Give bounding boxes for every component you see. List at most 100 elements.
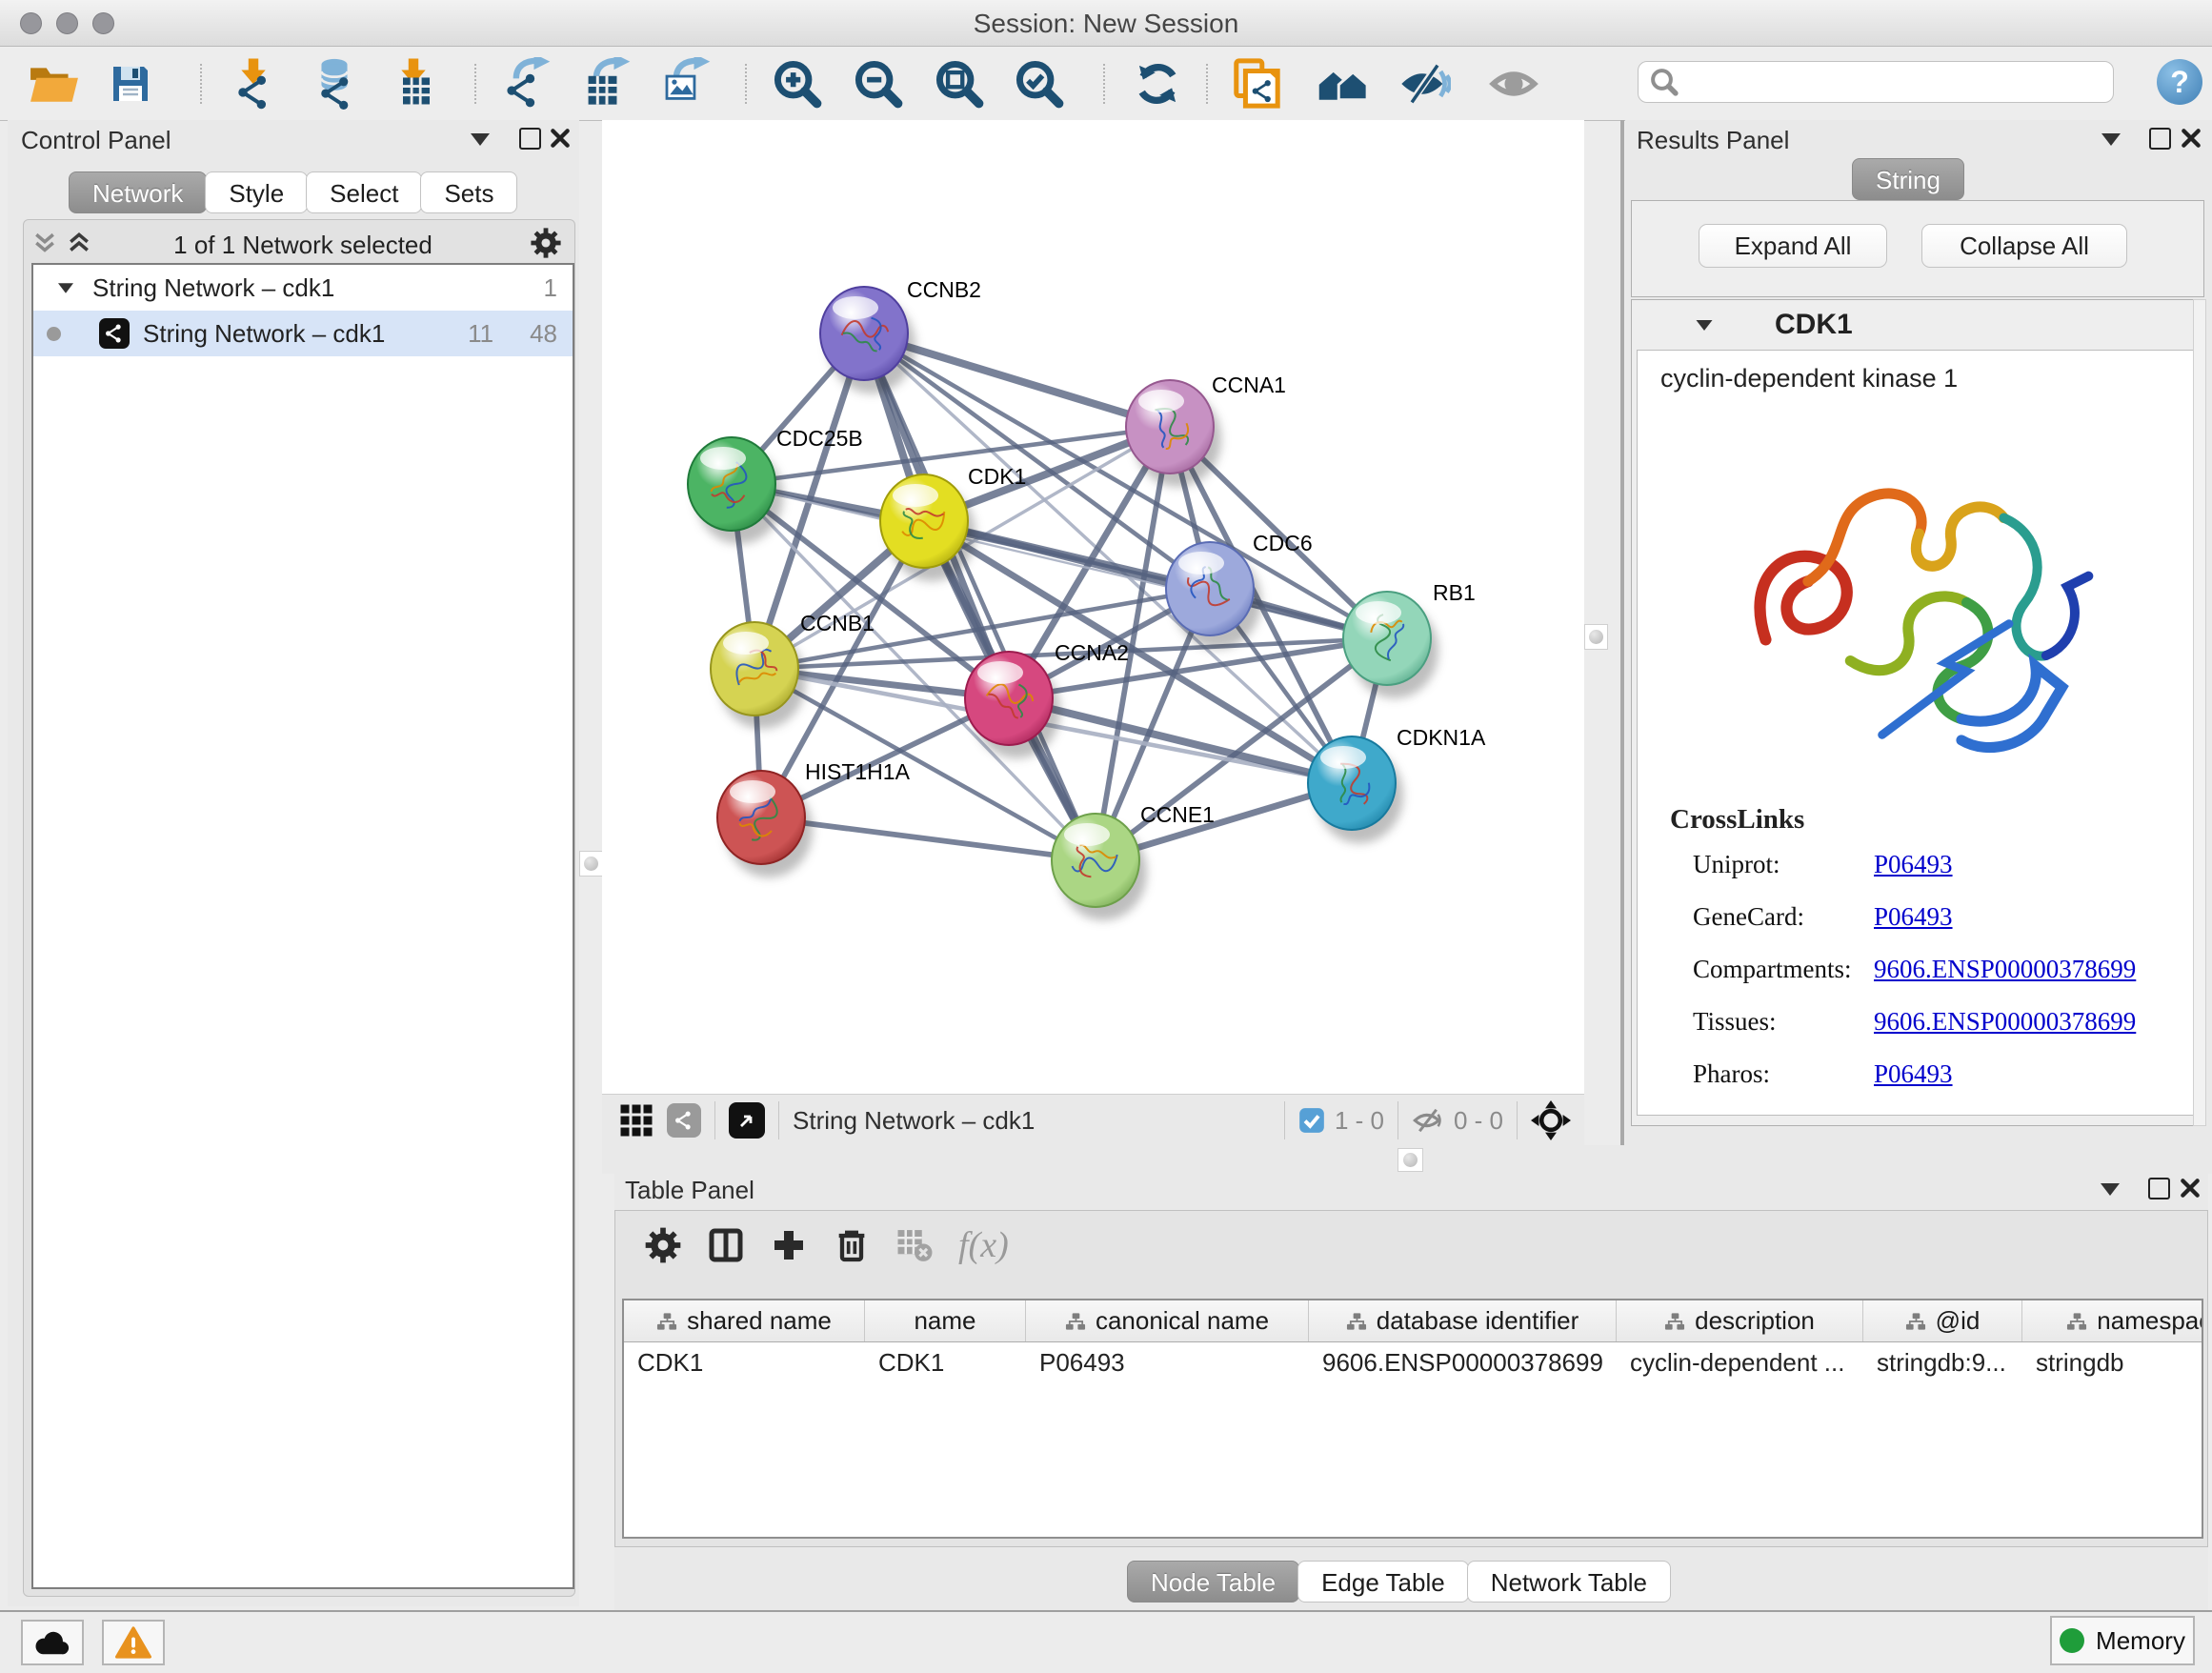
table-cell[interactable]: 9606.ENSP00000378699 [1309, 1342, 1617, 1383]
clone-network-button[interactable] [1229, 58, 1284, 110]
table-cell[interactable]: CDK1 [624, 1342, 865, 1383]
column-header[interactable]: canonical name [1026, 1300, 1309, 1341]
network-edge-count: 48 [530, 319, 557, 349]
birdseye-navigator-button[interactable] [1531, 1100, 1571, 1140]
expand-all-button[interactable]: Expand All [1699, 224, 1887, 268]
add-column-icon[interactable] [770, 1226, 808, 1264]
delete-column-icon[interactable] [833, 1226, 871, 1264]
results-scrollbar[interactable] [2193, 299, 2206, 1126]
collapse-all-button[interactable]: Collapse All [1921, 224, 2127, 268]
table-panel-close-button[interactable] [2179, 1177, 2202, 1199]
control-panel-float-button[interactable] [519, 128, 541, 150]
crosslink-link[interactable]: P06493 [1874, 850, 1953, 879]
tab-string[interactable]: String [1852, 158, 1964, 200]
crosslink-link[interactable]: 9606.ENSP00000378699 [1874, 1007, 2136, 1037]
first-neighbors-button[interactable] [1315, 58, 1370, 110]
network-node[interactable] [820, 287, 915, 393]
show-all-button[interactable] [1486, 58, 1541, 110]
network-node[interactable] [688, 437, 783, 544]
column-header[interactable]: database identifier [1309, 1300, 1617, 1341]
table-cell[interactable]: CDK1 [865, 1342, 1026, 1383]
memory-button[interactable]: Memory [2050, 1616, 2195, 1665]
crosslink-link[interactable]: P06493 [1874, 902, 1953, 932]
zoom-in-button[interactable] [770, 58, 825, 110]
warnings-button[interactable] [102, 1620, 165, 1665]
network-svg: CCNB2CCNA1CDC25BCDK1CDC6RB1CCNB1CCNA2CDK… [602, 120, 1584, 1094]
tab-select[interactable]: Select [306, 171, 422, 213]
zoom-selected-button[interactable] [1012, 58, 1067, 110]
detach-view-button[interactable] [729, 1102, 765, 1139]
bottom-splitter-handle[interactable] [1398, 1148, 1423, 1172]
column-header[interactable]: name [865, 1300, 1026, 1341]
window-title: Session: New Session [0, 9, 2212, 39]
import-network-from-database-button[interactable] [307, 58, 362, 110]
left-splitter-handle[interactable] [579, 851, 603, 877]
crosslink-link[interactable]: P06493 [1874, 1059, 1953, 1089]
export-network-button[interactable] [499, 58, 554, 110]
tab-network-table[interactable]: Network Table [1467, 1561, 1671, 1602]
column-tree-icon [1905, 1312, 1926, 1331]
import-table-from-file-button[interactable] [389, 58, 444, 110]
control-panel-menu-icon[interactable] [471, 133, 490, 146]
tab-node-table[interactable]: Node Table [1127, 1561, 1299, 1602]
toolbar-separator [474, 64, 476, 104]
column-header[interactable]: @id [1863, 1300, 2022, 1341]
table-panel-menu-icon[interactable] [2101, 1183, 2120, 1196]
main-toolbar: ? [0, 47, 2212, 121]
table-cell[interactable]: stringdb:9... [1863, 1342, 2022, 1383]
collection-count: 1 [544, 273, 557, 303]
network-row[interactable]: String Network – cdk1 11 48 [33, 311, 573, 356]
network-collection-row[interactable]: String Network – cdk1 1 [33, 265, 573, 311]
zoom-out-button[interactable] [851, 58, 906, 110]
grid-view-button[interactable] [619, 1103, 654, 1138]
export-table-button[interactable] [579, 58, 634, 110]
table-tabs: Node TableEdge TableNetwork Table [1127, 1561, 1671, 1602]
crosslink-link[interactable]: 9606.ENSP00000378699 [1874, 955, 2136, 984]
zoom-fit-button[interactable] [932, 58, 987, 110]
import-network-from-file-button[interactable] [229, 58, 284, 110]
table-row[interactable]: CDK1CDK1P064939606.ENSP00000378699cyclin… [624, 1342, 2202, 1383]
save-session-button[interactable] [103, 58, 158, 110]
network-canvas[interactable]: CCNB2CCNA1CDC25BCDK1CDC6RB1CCNB1CCNA2CDK… [602, 120, 1584, 1094]
table-cell[interactable]: cyclin-dependent ... [1617, 1342, 1863, 1383]
network-name: String Network – cdk1 [143, 319, 385, 349]
network-node[interactable] [1308, 736, 1403, 843]
network-node[interactable] [1343, 592, 1438, 698]
results-panel-float-button[interactable] [2149, 128, 2171, 150]
expand-all-chevrons-icon[interactable] [65, 229, 93, 257]
search-input[interactable] [1679, 68, 2082, 96]
gene-collapse-icon[interactable] [1697, 319, 1713, 330]
table-cell[interactable]: stringdb [2022, 1342, 2203, 1383]
apply-layout-button[interactable] [1130, 58, 1185, 110]
network-node[interactable] [880, 474, 975, 581]
control-panel-close-button[interactable] [549, 127, 572, 150]
open-session-button[interactable] [27, 58, 82, 110]
column-header[interactable]: namespace [2022, 1300, 2203, 1341]
right-splitter-handle[interactable] [1584, 624, 1608, 650]
tab-sets[interactable]: Sets [420, 171, 517, 213]
export-image-button[interactable] [659, 58, 714, 110]
network-options-gear-icon[interactable] [530, 227, 562, 259]
help-button[interactable]: ? [2157, 59, 2202, 105]
table-panel-float-button[interactable] [2148, 1178, 2170, 1199]
table-options-gear-icon[interactable] [644, 1226, 682, 1264]
results-panel-close-button[interactable] [2180, 127, 2202, 150]
show-columns-icon[interactable] [707, 1226, 745, 1264]
collapse-all-chevrons-icon[interactable] [30, 229, 59, 257]
collection-expand-icon[interactable] [58, 283, 73, 292]
tab-network[interactable]: Network [69, 171, 207, 213]
cloud-button[interactable] [21, 1620, 84, 1665]
selected-checkbox-icon[interactable] [1298, 1107, 1325, 1134]
column-header[interactable]: shared name [624, 1300, 865, 1341]
tab-edge-table[interactable]: Edge Table [1297, 1561, 1469, 1602]
fork-view-button[interactable] [667, 1103, 701, 1138]
tab-style[interactable]: Style [205, 171, 308, 213]
table-cell[interactable]: P06493 [1026, 1342, 1309, 1383]
results-panel-menu-icon[interactable] [2101, 133, 2121, 146]
export-network-icon [500, 57, 553, 111]
network-node[interactable] [717, 771, 813, 877]
gene-section-header[interactable]: CDK1 [1632, 300, 2203, 350]
crosslink-label: Compartments: [1693, 955, 1874, 984]
column-header[interactable]: description [1617, 1300, 1863, 1341]
hide-selected-button[interactable] [1397, 58, 1452, 110]
